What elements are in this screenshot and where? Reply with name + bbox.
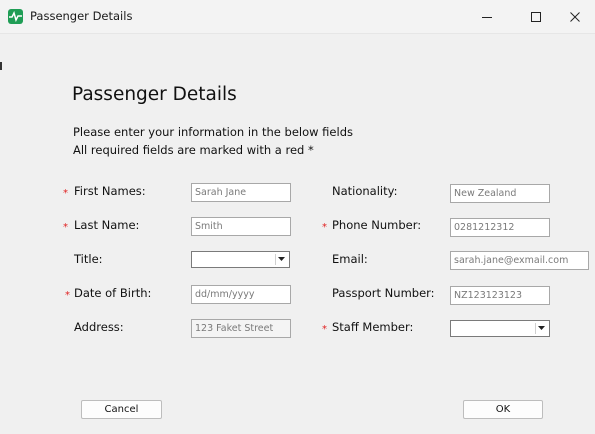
close-icon	[570, 12, 580, 22]
staff-member-select[interactable]	[450, 320, 550, 337]
instruction-line-1: Please enter your information in the bel…	[73, 125, 353, 139]
last-name-label: Last Name:	[74, 218, 140, 232]
required-marker: *	[322, 324, 327, 335]
email-label: Email:	[332, 252, 368, 266]
minimize-button[interactable]	[465, 0, 509, 33]
required-marker: *	[63, 188, 68, 199]
nationality-label: Nationality:	[332, 184, 398, 198]
minimize-icon	[482, 17, 492, 18]
chevron-down-icon[interactable]	[275, 254, 287, 265]
ok-button[interactable]: OK	[463, 400, 543, 419]
first-names-input[interactable]: Sarah Jane	[191, 183, 291, 202]
phone-number-label: Phone Number:	[332, 218, 422, 232]
required-marker: *	[65, 290, 70, 301]
passport-number-input[interactable]: NZ123123123	[450, 286, 550, 305]
app-heartbeat-icon	[8, 9, 23, 24]
maximize-icon	[531, 12, 541, 22]
maximize-button[interactable]	[514, 0, 558, 33]
chevron-down-icon[interactable]	[535, 323, 547, 334]
window-edge-marker	[0, 62, 2, 70]
cancel-button[interactable]: Cancel	[81, 400, 162, 419]
last-name-input[interactable]: Smith	[191, 217, 291, 236]
form-heading: Passenger Details	[72, 84, 237, 105]
required-marker: *	[322, 222, 327, 233]
first-names-label: First Names:	[74, 184, 146, 198]
dob-label: Date of Birth:	[74, 286, 152, 300]
window-title: Passenger Details	[30, 9, 133, 23]
staff-member-label: Staff Member:	[332, 320, 414, 334]
title-bar[interactable]: Passenger Details	[0, 0, 595, 34]
phone-number-input[interactable]: 0281212312	[450, 218, 550, 237]
title-select[interactable]	[191, 251, 290, 268]
title-label: Title:	[74, 252, 103, 266]
close-button[interactable]	[553, 0, 595, 33]
dob-input[interactable]: dd/mm/yyyy	[191, 285, 291, 304]
passport-number-label: Passport Number:	[332, 286, 435, 300]
address-label: Address:	[74, 320, 124, 334]
address-input[interactable]: 123 Faket Street	[191, 319, 291, 338]
passenger-details-window: Passenger Details Passenger Details Plea…	[0, 0, 595, 434]
nationality-input[interactable]: New Zealand	[450, 184, 550, 203]
instruction-line-2: All required fields are marked with a re…	[73, 143, 314, 157]
email-input[interactable]: sarah.jane@exmail.com	[450, 251, 589, 270]
required-marker: *	[63, 222, 68, 233]
